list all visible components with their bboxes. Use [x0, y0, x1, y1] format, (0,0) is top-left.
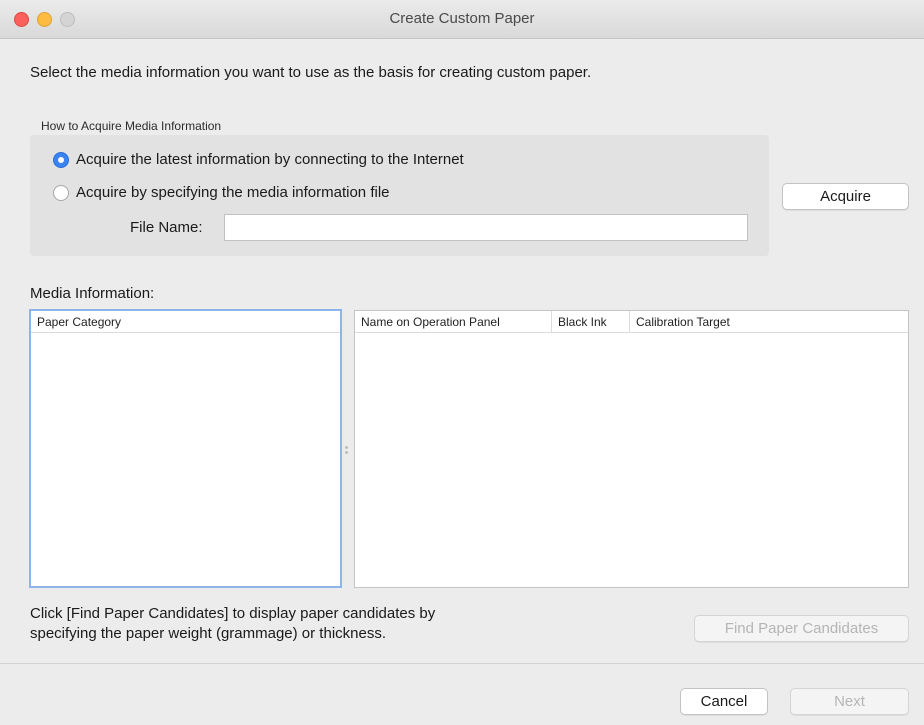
- window-title: Create Custom Paper: [389, 10, 535, 27]
- radio-label-internet: Acquire the latest information by connec…: [76, 151, 464, 168]
- column-header-paper-category[interactable]: Paper Category: [31, 311, 340, 333]
- file-name-label: File Name:: [130, 219, 203, 236]
- find-paper-candidates-button[interactable]: Find Paper Candidates: [694, 615, 909, 642]
- hint-line-2: specifying the paper weight (grammage) o…: [30, 625, 387, 642]
- radio-unselected-icon[interactable]: [53, 184, 69, 201]
- acquire-button[interactable]: Acquire: [782, 183, 909, 210]
- column-header-black-ink[interactable]: Black Ink: [552, 311, 630, 333]
- find-candidates-hint: Click [Find Paper Candidates] to display…: [30, 604, 550, 644]
- column-header-name-on-panel[interactable]: Name on Operation Panel: [355, 311, 552, 333]
- radio-option-file[interactable]: Acquire by specifying the media informat…: [53, 184, 390, 201]
- paper-category-list[interactable]: Paper Category: [29, 309, 342, 588]
- paper-details-table[interactable]: Name on Operation Panel Black Ink Calibr…: [354, 310, 909, 588]
- splitter-handle[interactable]: [344, 446, 349, 454]
- instruction-text: Select the media information you want to…: [30, 64, 592, 81]
- radio-selected-icon[interactable]: [53, 151, 69, 168]
- footer-divider: [0, 663, 924, 664]
- hint-line-1: Click [Find Paper Candidates] to display…: [30, 605, 436, 622]
- next-button[interactable]: Next: [790, 688, 909, 715]
- column-header-calibration-target[interactable]: Calibration Target: [630, 311, 908, 333]
- radio-label-file: Acquire by specifying the media informat…: [76, 184, 390, 201]
- cancel-button[interactable]: Cancel: [680, 688, 768, 715]
- radio-option-internet[interactable]: Acquire the latest information by connec…: [53, 151, 464, 168]
- media-information-label: Media Information:: [30, 285, 155, 302]
- acquire-group-caption: How to Acquire Media Information: [41, 119, 222, 133]
- file-name-input[interactable]: [224, 214, 748, 241]
- title-bar: Create Custom Paper: [0, 0, 924, 39]
